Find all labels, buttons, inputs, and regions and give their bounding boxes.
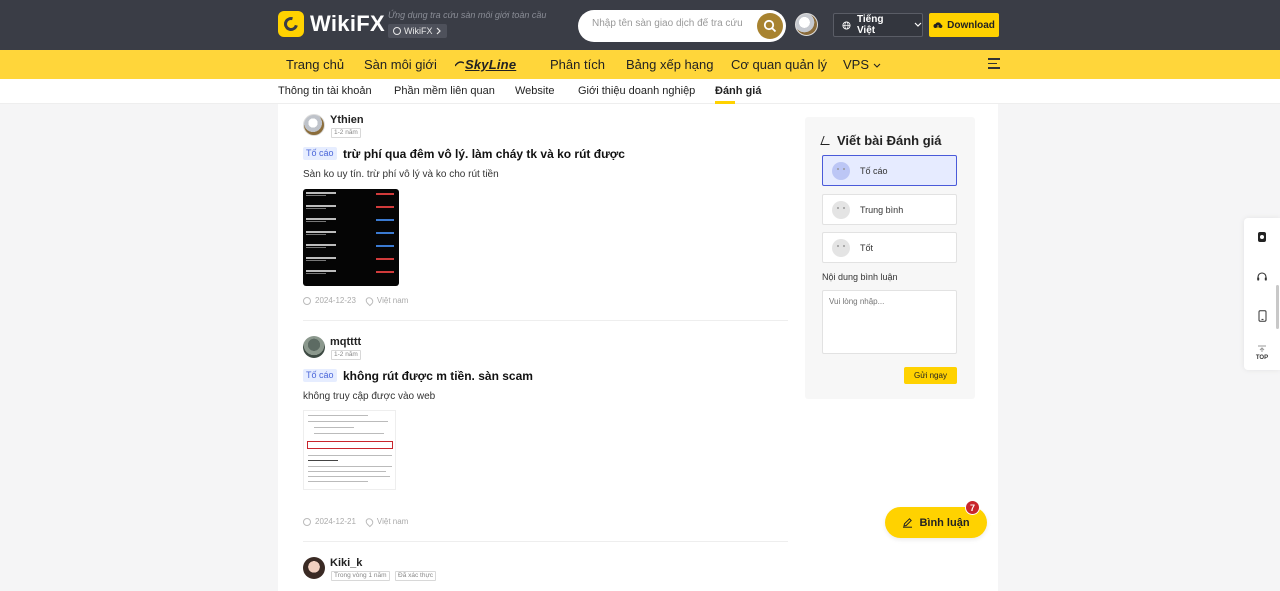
nav-home[interactable]: Trang chủ bbox=[286, 57, 344, 72]
review-divider bbox=[303, 320, 788, 321]
review-experience-tag: Trong vòng 1 năm bbox=[331, 571, 390, 581]
floating-toolbar: TOP bbox=[1244, 218, 1280, 370]
review-attachment-image[interactable] bbox=[303, 189, 399, 286]
arrow-up-icon bbox=[1258, 345, 1266, 352]
page-scrollbar[interactable] bbox=[1276, 285, 1279, 329]
globe-icon bbox=[842, 20, 851, 30]
search-icon bbox=[763, 19, 777, 33]
back-to-top-label: TOP bbox=[1255, 355, 1269, 361]
nav-regulators[interactable]: Cơ quan quản lý bbox=[731, 57, 827, 72]
write-review-title: Viết bài Đánh giá bbox=[820, 133, 942, 148]
rating-option-average[interactable]: Trung bình bbox=[822, 194, 957, 225]
chevron-down-icon bbox=[873, 63, 881, 68]
review-type-badge: Tố cáo bbox=[303, 369, 337, 382]
review-meta: 2024-12-23 Việt nam bbox=[303, 295, 409, 306]
review-avatar[interactable] bbox=[303, 557, 325, 579]
app-icon-button[interactable] bbox=[1244, 218, 1280, 256]
tab-related-software[interactable]: Phần mềm liên quan bbox=[394, 85, 495, 97]
nav-brokers[interactable]: Sàn môi giới bbox=[364, 57, 437, 72]
review-meta: 2024-12-21 Việt nam bbox=[303, 516, 409, 527]
nav-skyline[interactable]: SkyLine bbox=[454, 57, 517, 72]
comment-content-label: Nội dung bình luận bbox=[822, 272, 898, 282]
review-verified-tag: Đã xác thực bbox=[395, 571, 437, 581]
review-divider bbox=[303, 541, 788, 542]
wikifx-circle-icon bbox=[393, 27, 401, 35]
search-input[interactable] bbox=[592, 18, 752, 29]
rating-option-label: Trung bình bbox=[860, 204, 904, 215]
tab-website[interactable]: Website bbox=[515, 85, 555, 97]
language-label: Tiếng Việt bbox=[856, 14, 884, 36]
rating-option-label: Tốt bbox=[860, 242, 874, 253]
back-to-top-button[interactable]: TOP bbox=[1244, 334, 1280, 372]
wikifx-logo-icon bbox=[278, 11, 304, 37]
rating-option-good[interactable]: Tốt bbox=[822, 232, 957, 263]
comment-textarea[interactable] bbox=[822, 290, 957, 354]
review-avatar[interactable] bbox=[303, 114, 325, 136]
review-title: trừ phí qua đêm vô lý. làm cháy tk và ko… bbox=[343, 147, 625, 161]
download-label: Download bbox=[947, 19, 995, 31]
comment-button-label: Bình luận bbox=[919, 516, 970, 529]
rating-option-report[interactable]: Tố cáo bbox=[822, 155, 957, 186]
wikifx-app-link[interactable]: WikiFX bbox=[388, 24, 447, 38]
review-date: 2024-12-21 bbox=[315, 517, 356, 526]
review-type-badge: Tố cáo bbox=[303, 147, 337, 160]
nav-analysis[interactable]: Phân tích bbox=[550, 57, 605, 72]
chevron-right-icon bbox=[436, 27, 441, 35]
pen-icon bbox=[903, 518, 913, 528]
menu-icon[interactable] bbox=[988, 58, 1000, 69]
review-body: không truy cập được vào web bbox=[303, 391, 436, 402]
chevron-down-icon bbox=[914, 22, 922, 27]
sad-face-icon bbox=[832, 161, 850, 180]
tab-reviews[interactable]: Đánh giá bbox=[715, 85, 761, 97]
nav-vps-label: VPS bbox=[843, 57, 870, 72]
cloud-download-icon bbox=[933, 21, 943, 30]
clock-icon bbox=[303, 296, 311, 305]
review-attachment-image[interactable] bbox=[303, 410, 396, 490]
write-review-title-text: Viết bài Đánh giá bbox=[837, 133, 942, 148]
nav-vps[interactable]: VPS bbox=[843, 57, 881, 72]
nav-rankings[interactable]: Bảng xếp hạng bbox=[626, 57, 713, 72]
wikifx-app-label: WikiFX bbox=[404, 26, 433, 36]
review-username[interactable]: mqtttt bbox=[330, 336, 361, 348]
review-experience-tag: 1-2 năm bbox=[331, 350, 361, 360]
review-username[interactable]: Ythien bbox=[330, 114, 364, 126]
tagline: Ứng dụng tra cứu sàn môi giới toàn cầu bbox=[388, 10, 547, 20]
user-avatar[interactable] bbox=[795, 13, 818, 36]
customer-service-button[interactable] bbox=[1244, 258, 1280, 296]
location-pin-icon bbox=[364, 295, 375, 306]
headset-icon bbox=[1257, 272, 1267, 281]
mobile-app-button[interactable] bbox=[1244, 297, 1280, 335]
tab-company-intro[interactable]: Giới thiệu doanh nghiệp bbox=[578, 85, 695, 97]
review-avatar[interactable] bbox=[303, 336, 325, 358]
pen-icon bbox=[820, 136, 833, 145]
happy-face-icon bbox=[832, 238, 850, 257]
review-date: 2024-12-23 bbox=[315, 296, 356, 305]
review-username[interactable]: Kiki_k bbox=[330, 557, 362, 569]
neutral-face-icon bbox=[832, 200, 850, 219]
tab-account-info[interactable]: Thông tin tài khoản bbox=[278, 85, 372, 97]
wikifx-app-icon bbox=[1258, 232, 1266, 242]
wikifx-logo[interactable]: WikiFX bbox=[278, 11, 385, 37]
location-pin-icon bbox=[364, 516, 375, 527]
skyline-swoosh-icon bbox=[454, 61, 465, 67]
mobile-phone-icon bbox=[1258, 310, 1266, 322]
review-body: Sàn ko uy tín. trừ phí vô lý và ko cho r… bbox=[303, 169, 499, 180]
review-location: Việt nam bbox=[376, 296, 409, 305]
review-location: Việt nam bbox=[376, 517, 409, 526]
review-title: không rút được m tiền. sàn scam bbox=[343, 369, 533, 383]
review-experience-tag: 1-2 năm bbox=[331, 128, 361, 138]
search-button[interactable] bbox=[757, 13, 783, 39]
brand-name: WikiFX bbox=[310, 11, 385, 36]
rating-option-label: Tố cáo bbox=[860, 165, 888, 176]
nav-skyline-label: SkyLine bbox=[465, 57, 517, 72]
comment-count-badge: 7 bbox=[965, 500, 980, 515]
search-box bbox=[578, 10, 786, 42]
language-selector[interactable]: Tiếng Việt bbox=[833, 13, 923, 37]
submit-review-button[interactable]: Gửi ngay bbox=[904, 367, 957, 384]
clock-icon bbox=[303, 517, 311, 526]
download-button[interactable]: Download bbox=[929, 13, 999, 37]
